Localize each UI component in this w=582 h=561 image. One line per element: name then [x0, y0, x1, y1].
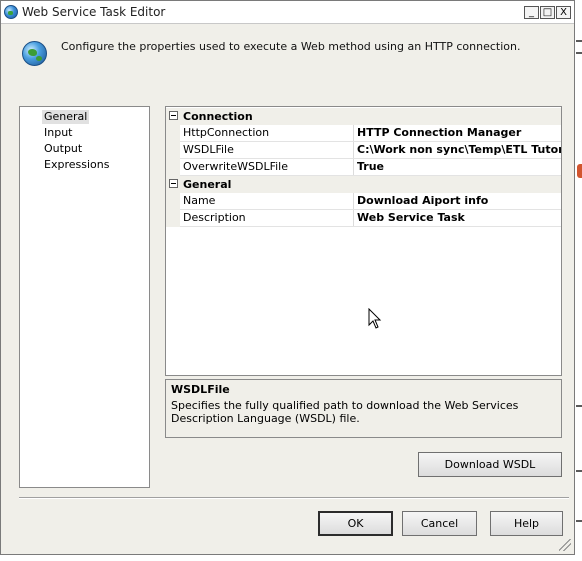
mouse-pointer-icon [368, 308, 382, 329]
property-row-httpconnection[interactable]: HttpConnection HTTP Connection Manager [166, 125, 561, 142]
minimize-button[interactable]: _ [524, 6, 539, 19]
cancel-button[interactable]: Cancel [402, 511, 477, 536]
category-row-general[interactable]: General [166, 176, 561, 193]
resize-grip-icon[interactable] [559, 539, 571, 551]
property-value[interactable]: True [357, 159, 561, 175]
nav-item-general[interactable]: General [42, 110, 90, 124]
property-name: Description [180, 210, 354, 226]
divider [19, 497, 569, 499]
background-mark [576, 40, 582, 42]
row-gutter [166, 210, 180, 227]
property-row-overwritewsdlfile[interactable]: OverwriteWSDLFile True [166, 159, 561, 176]
row-gutter [166, 125, 180, 142]
globe-icon [4, 5, 18, 19]
property-value[interactable]: C:\Work non sync\Temp\ETL Tutor\ [357, 142, 561, 158]
property-value[interactable]: Download Aiport info [357, 193, 561, 209]
collapse-icon[interactable] [169, 179, 178, 188]
globe-icon [22, 41, 47, 66]
row-gutter [166, 193, 180, 210]
maximize-button[interactable]: □ [540, 6, 555, 19]
collapse-icon[interactable] [169, 111, 178, 120]
description-title: WSDLFile [171, 383, 230, 396]
web-service-task-editor-dialog: Web Service Task Editor _ □ X Configure … [0, 0, 575, 555]
close-button[interactable]: X [556, 6, 571, 19]
download-wsdl-button[interactable]: Download WSDL [418, 452, 562, 477]
window-title: Web Service Task Editor [22, 5, 166, 19]
description-text: Specifies the fully qualified path to do… [171, 399, 519, 425]
ok-button[interactable]: OK [318, 511, 393, 536]
header-description: Configure the properties used to execute… [61, 40, 521, 53]
background-window-edge [575, 0, 582, 561]
background-app-icon [577, 164, 582, 178]
background-mark [576, 405, 582, 407]
category-label: Connection [183, 110, 253, 123]
property-value[interactable]: Web Service Task [357, 210, 561, 226]
category-row-connection[interactable]: Connection [166, 108, 561, 125]
nav-item-output[interactable]: Output [42, 142, 84, 156]
property-row-name[interactable]: Name Download Aiport info [166, 193, 561, 210]
property-name: OverwriteWSDLFile [180, 159, 354, 175]
background-mark [576, 520, 582, 522]
property-name: Name [180, 193, 354, 209]
property-name: HttpConnection [180, 125, 354, 141]
property-row-wsdlfile[interactable]: WSDLFile C:\Work non sync\Temp\ETL Tutor… [166, 142, 561, 159]
property-grid[interactable]: Connection HttpConnection HTTP Connectio… [165, 106, 562, 376]
row-gutter [166, 142, 180, 159]
page-navigation-list[interactable]: General Input Output Expressions [19, 106, 150, 488]
property-name: WSDLFile [180, 142, 354, 158]
category-label: General [183, 178, 232, 191]
row-gutter [166, 159, 180, 176]
nav-item-expressions[interactable]: Expressions [42, 158, 111, 172]
property-description-panel: WSDLFile Specifies the fully qualified p… [165, 379, 562, 438]
help-button[interactable]: Help [490, 511, 563, 536]
background-mark [576, 470, 582, 472]
nav-item-input[interactable]: Input [42, 126, 74, 140]
background-mark [576, 52, 582, 54]
title-bar[interactable]: Web Service Task Editor _ □ X [1, 1, 574, 24]
property-row-description[interactable]: Description Web Service Task [166, 210, 561, 227]
property-value[interactable]: HTTP Connection Manager [357, 125, 561, 141]
